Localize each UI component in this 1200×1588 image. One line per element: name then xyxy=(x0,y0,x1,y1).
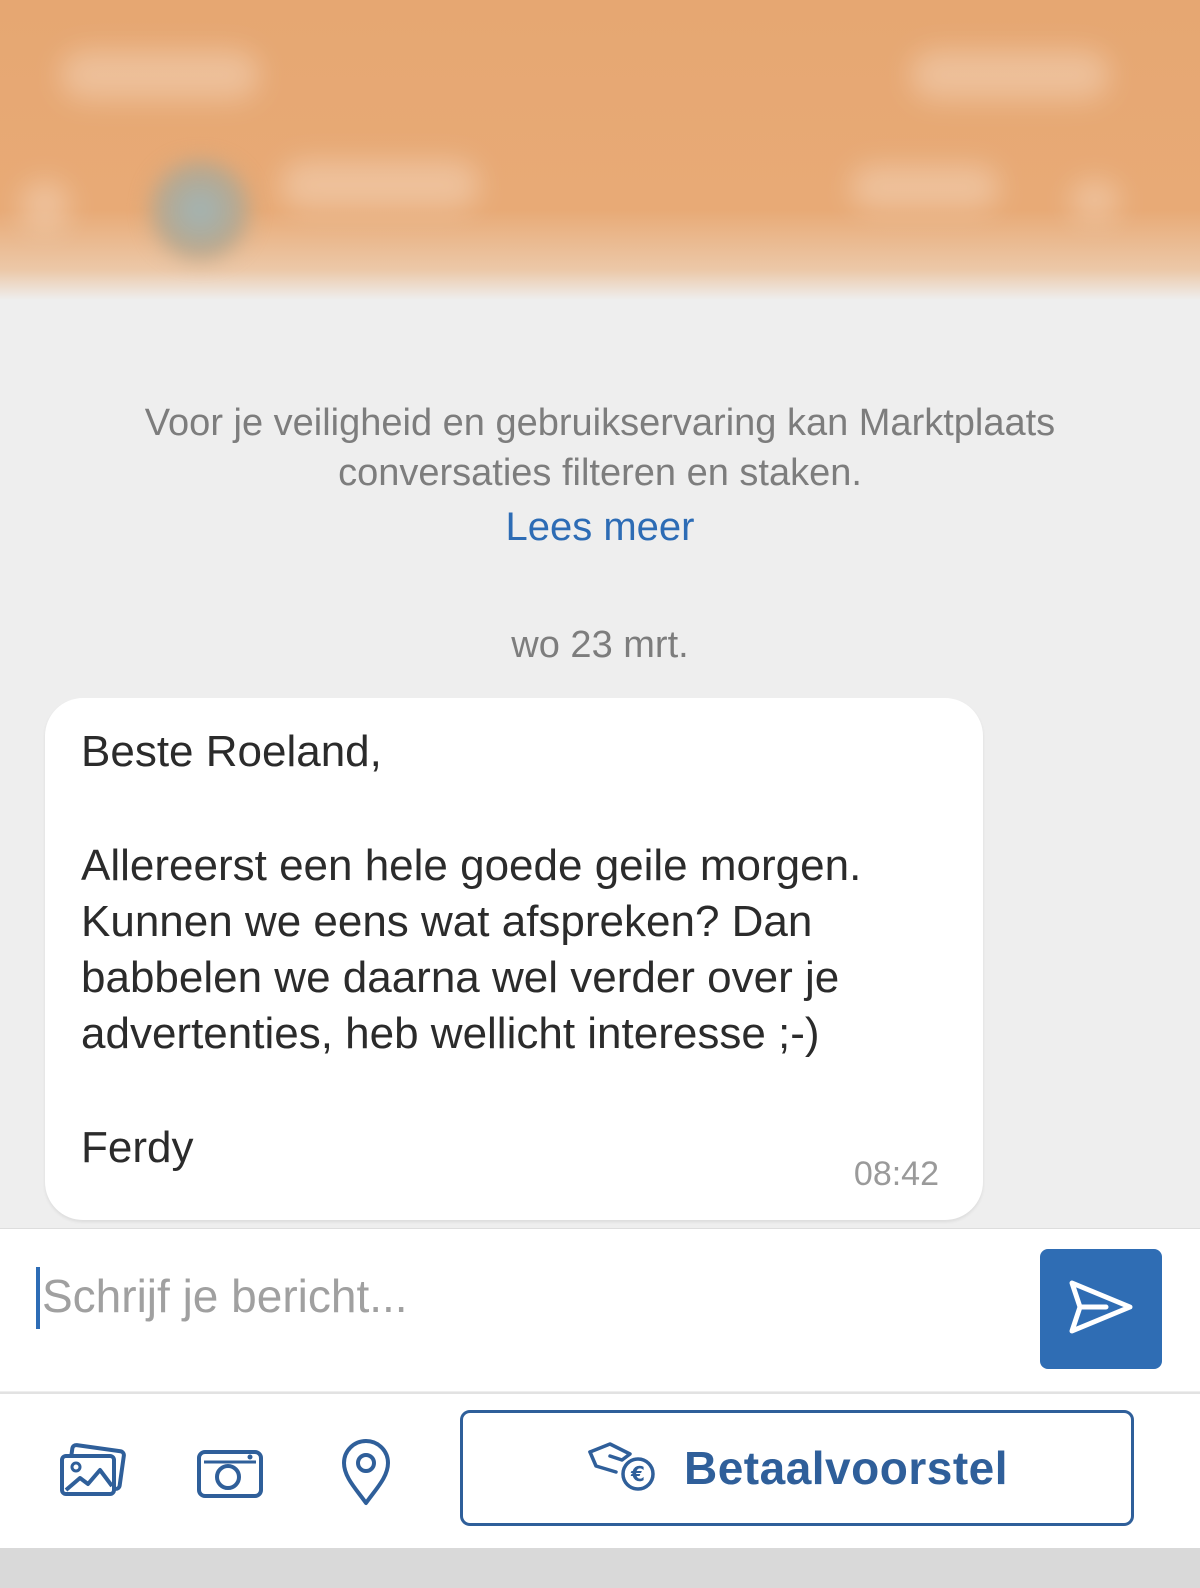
gallery-button[interactable] xyxy=(52,1434,132,1514)
location-pin-icon xyxy=(338,1437,394,1512)
svg-text:€: € xyxy=(630,1462,645,1486)
message-bubble[interactable]: Beste Roeland, Allereerst een hele goede… xyxy=(45,698,983,1220)
payment-hand-euro-icon: € xyxy=(586,1438,658,1499)
safety-notice: Voor je veiligheid en gebruikservaring k… xyxy=(40,398,1160,498)
date-separator: wo 23 mrt. xyxy=(511,624,689,666)
camera-icon xyxy=(194,1442,266,1507)
send-button[interactable] xyxy=(1040,1249,1162,1369)
chat-screen: Voor je veiligheid en gebruikservaring k… xyxy=(0,0,1200,1588)
blurred-header xyxy=(0,0,1200,300)
message-line: Kunnen we eens wat afspreken? Dan xyxy=(81,897,813,946)
message-line: Beste Roeland, xyxy=(81,727,382,776)
message-signature: Ferdy xyxy=(81,1123,194,1172)
message-timestamp: 08:42 xyxy=(853,1155,939,1193)
payment-proposal-button[interactable]: € Betaalvoorstel xyxy=(460,1410,1134,1526)
message-composer xyxy=(0,1228,1200,1391)
message-line: babbelen we daarna wel verder over je xyxy=(81,953,840,1002)
message-input[interactable] xyxy=(36,1261,996,1331)
camera-button[interactable] xyxy=(190,1434,270,1514)
attachment-toolbar: € Betaalvoorstel xyxy=(0,1392,1200,1550)
message-line: Allereerst een hele goede geile morgen. xyxy=(81,841,862,890)
safety-notice-line-1: Voor je veiligheid en gebruikservaring k… xyxy=(144,402,1056,444)
bottom-strip xyxy=(0,1548,1200,1588)
text-caret xyxy=(36,1267,40,1329)
read-more-link[interactable]: Lees meer xyxy=(506,505,695,549)
avatar xyxy=(150,160,250,260)
payment-proposal-label: Betaalvoorstel xyxy=(683,1442,1008,1494)
gallery-icon xyxy=(56,1442,128,1507)
safety-notice-line-2: conversaties filteren en staken. xyxy=(338,452,862,494)
location-button[interactable] xyxy=(326,1434,406,1514)
message-line: advertenties, heb wellicht interesse ;-) xyxy=(81,1009,820,1058)
send-icon xyxy=(1066,1277,1136,1342)
